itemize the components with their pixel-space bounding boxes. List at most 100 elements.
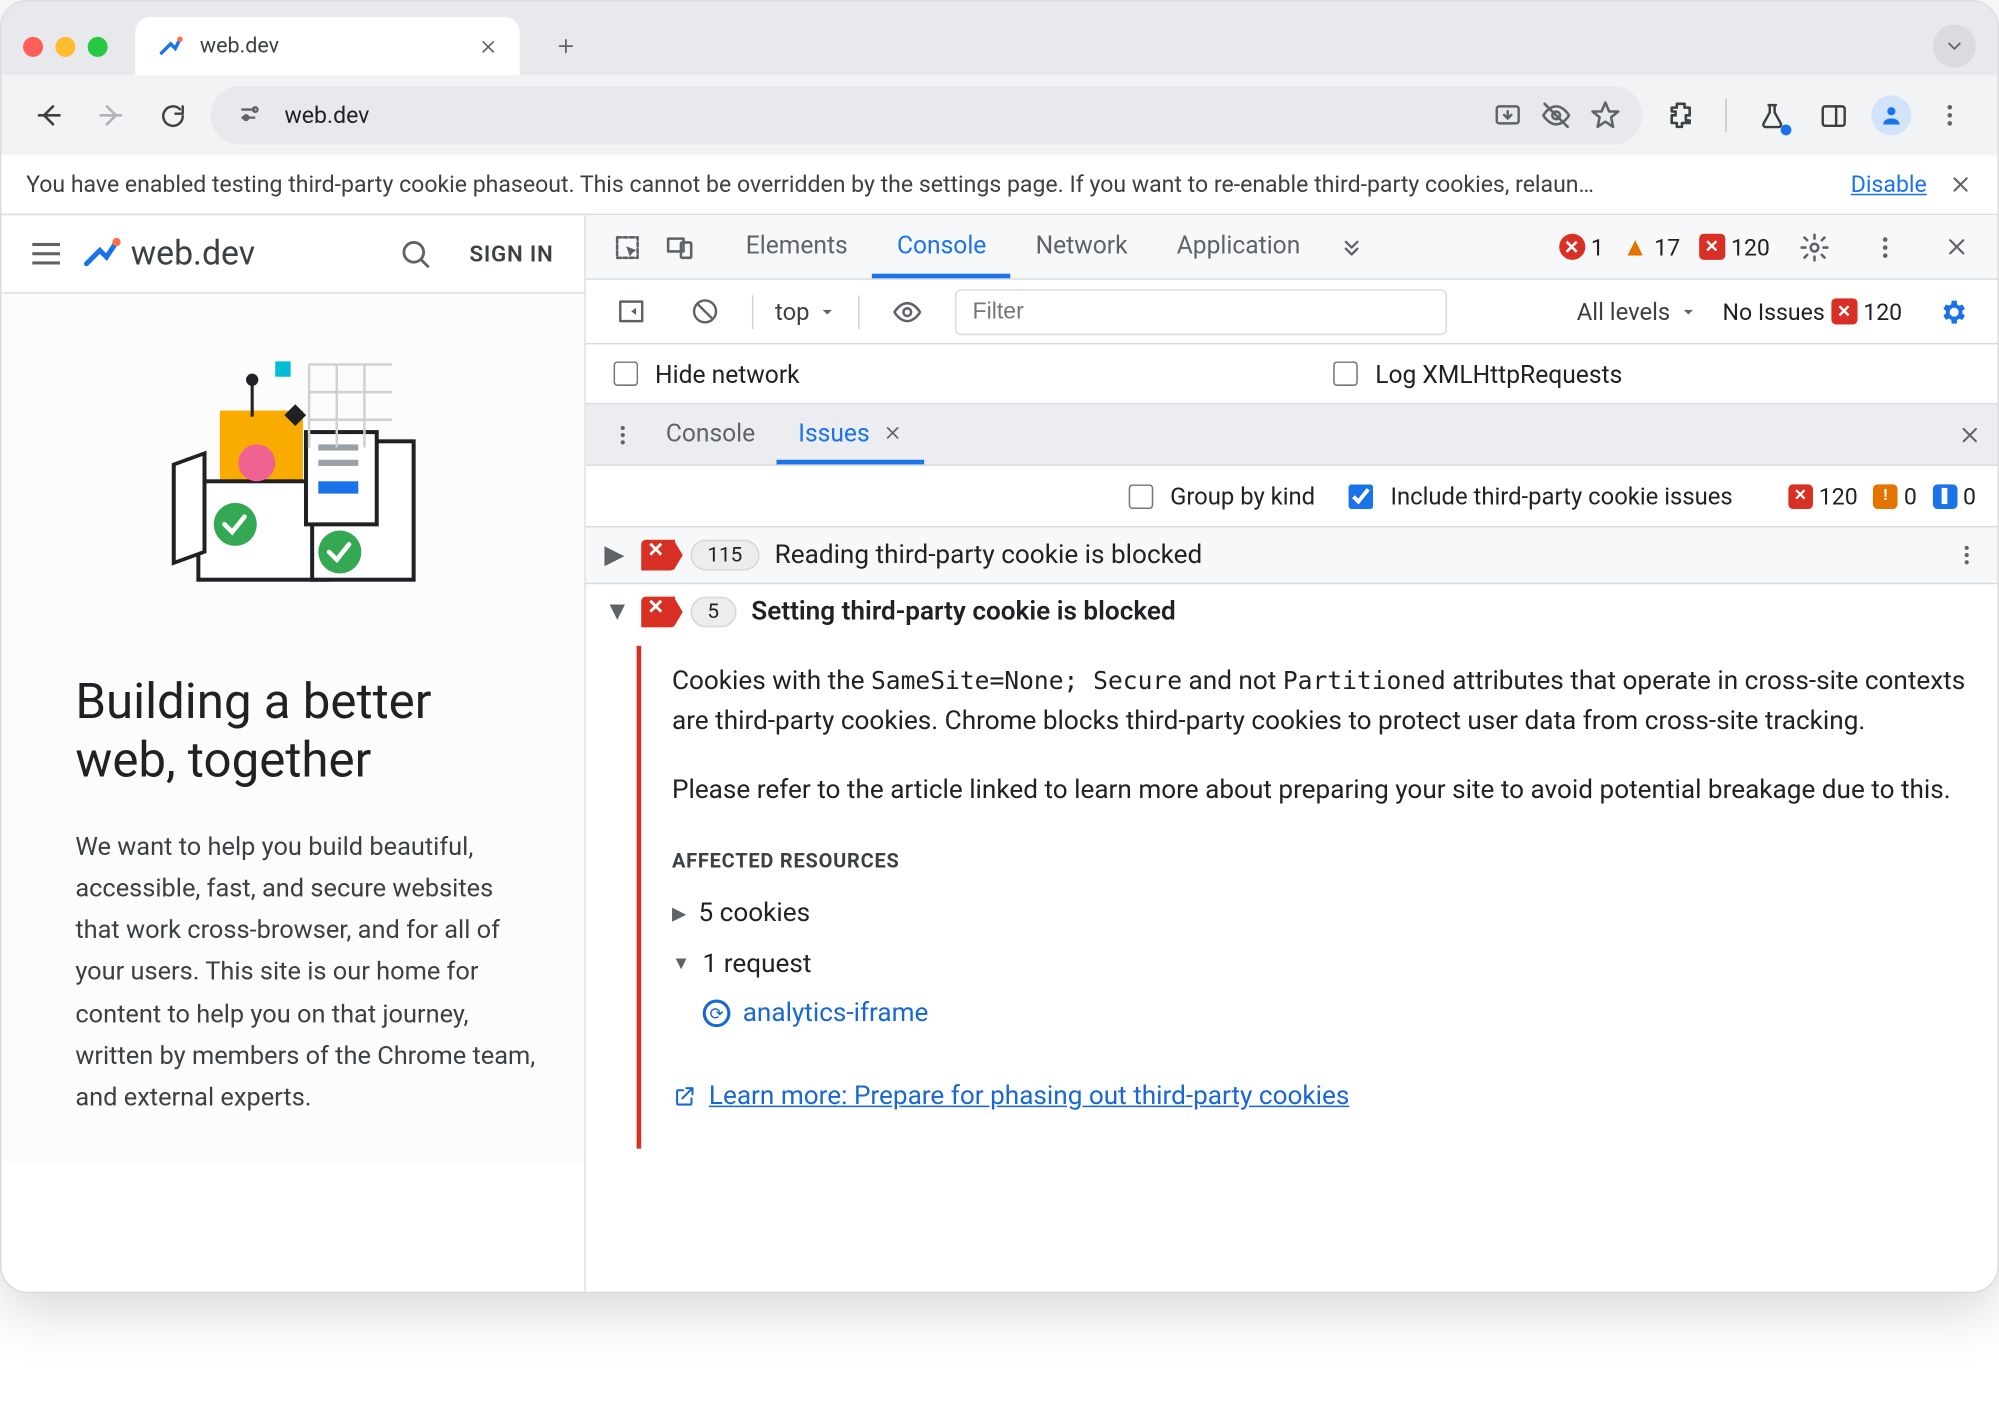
group-by-kind-check[interactable]: Group by kind <box>1122 479 1315 513</box>
tab-console[interactable]: Console <box>872 215 1011 278</box>
banner-close-icon[interactable] <box>1948 172 1973 197</box>
window-close[interactable] <box>23 36 43 56</box>
error-count[interactable]: ✕1 <box>1559 233 1604 261</box>
tab-application[interactable]: Application <box>1152 215 1325 278</box>
affected-resources-label: AFFECTED RESOURCES <box>672 847 1967 878</box>
filter-input[interactable] <box>956 288 1448 334</box>
issue-paragraph: Please refer to the article linked to le… <box>672 770 1967 811</box>
page-header: web.dev SIGN IN <box>2 215 585 293</box>
window-maximize[interactable] <box>88 36 108 56</box>
clear-console-icon[interactable] <box>678 285 730 337</box>
warning-count[interactable]: ▲17 <box>1622 231 1680 262</box>
toolbar: web.dev <box>2 75 1998 155</box>
issue-flag-icon: ✕ <box>641 597 675 628</box>
log-xhr-check[interactable]: Log XMLHttpRequests <box>1328 357 1623 391</box>
tab-network[interactable]: Network <box>1011 215 1152 278</box>
forward-button[interactable] <box>88 92 134 138</box>
banner-disable-link[interactable]: Disable <box>1851 171 1927 199</box>
request-icon: ⟳ <box>703 1000 731 1028</box>
hero-body: We want to help you build beautiful, acc… <box>75 827 541 1120</box>
issue-count-pill: 5 <box>690 597 736 628</box>
hamburger-icon[interactable] <box>32 243 60 265</box>
star-icon[interactable] <box>1590 100 1621 131</box>
blocked-count[interactable]: ✕120 <box>1699 233 1770 261</box>
site-name: web.dev <box>131 234 255 272</box>
site-info-icon[interactable] <box>232 97 269 134</box>
page-body: Building a better web, together We want … <box>2 294 585 1163</box>
settings-icon[interactable] <box>1788 221 1840 273</box>
eye-off-icon[interactable] <box>1541 100 1572 131</box>
drawer-close-icon[interactable] <box>1957 422 1982 447</box>
affected-cookies-toggle[interactable]: ▶5 cookies <box>672 894 1967 935</box>
issues-summary[interactable]: No Issues ✕ 120 <box>1723 298 1903 326</box>
hide-network-check[interactable]: Hide network <box>607 357 799 391</box>
url-text: web.dev <box>284 101 369 129</box>
tab-overflow-button[interactable] <box>1933 25 1976 68</box>
console-settings-strip: Hide network Log XMLHttpRequests <box>586 344 1998 404</box>
banner-text: You have enabled testing third-party coo… <box>26 171 1829 199</box>
devtools: Elements Console Network Application ✕1 … <box>586 215 1998 1291</box>
drawer-menu-icon[interactable] <box>601 422 644 447</box>
reload-button[interactable] <box>149 92 195 138</box>
browser-tab[interactable]: web.dev <box>135 17 519 75</box>
console-filter-bar: top All levels No Issues ✕ 120 <box>586 280 1998 345</box>
issue-body: Cookies with the SameSite=None; Secure a… <box>586 640 1998 1148</box>
drawer-tab-close-icon[interactable] <box>882 422 902 442</box>
expand-icon[interactable]: ▶ <box>604 540 626 571</box>
live-expression-icon[interactable] <box>882 285 934 337</box>
affected-request-link[interactable]: ⟳ analytics-iframe <box>703 993 1967 1034</box>
back-button[interactable] <box>26 92 72 138</box>
close-tab-icon[interactable] <box>478 36 498 56</box>
levels-select[interactable]: All levels <box>1577 298 1698 326</box>
console-sidebar-toggle[interactable] <box>604 285 656 337</box>
badge-orange[interactable]: !0 <box>1873 482 1917 510</box>
address-bar[interactable]: web.dev <box>211 86 1643 144</box>
hero-title: Building a better web, together <box>75 672 541 790</box>
info-banner: You have enabled testing third-party coo… <box>2 155 1998 215</box>
devtools-kebab[interactable] <box>1859 221 1911 273</box>
browser-window: web.dev web.dev <box>0 0 1999 1293</box>
issue-title: Reading third-party cookie is blocked <box>775 540 1203 571</box>
learn-more-link[interactable]: Learn more: Prepare for phasing out thir… <box>672 1077 1967 1118</box>
web-page: web.dev SIGN IN <box>2 215 586 1291</box>
drawer-tab-console[interactable]: Console <box>644 404 776 464</box>
tab-title: web.dev <box>200 34 279 59</box>
titlebar: web.dev <box>2 2 1998 76</box>
more-tabs-icon[interactable] <box>1325 221 1377 273</box>
issue-row-collapsed[interactable]: ▶ ✕ 115 Reading third-party cookie is bl… <box>586 527 1998 584</box>
context-select[interactable]: top <box>775 298 837 326</box>
issue-row-menu[interactable] <box>1954 543 1979 568</box>
labs-button[interactable] <box>1748 92 1794 138</box>
collapse-icon[interactable]: ▼ <box>604 597 626 628</box>
issues-toolbar: Group by kind Include third-party cookie… <box>586 466 1998 528</box>
search-icon[interactable] <box>399 237 433 271</box>
issue-paragraph: Cookies with the SameSite=None; Secure a… <box>672 661 1967 742</box>
favicon-icon <box>157 32 185 60</box>
install-icon[interactable] <box>1493 101 1522 130</box>
extensions-button[interactable] <box>1658 92 1704 138</box>
sign-in-button[interactable]: SIGN IN <box>469 241 553 267</box>
badge-blue[interactable]: ❚0 <box>1932 482 1976 510</box>
hero-illustration <box>128 349 436 610</box>
drawer-tab-issues[interactable]: Issues <box>777 404 924 464</box>
devtools-close-icon[interactable] <box>1930 221 1982 273</box>
site-logo[interactable]: web.dev <box>81 234 255 274</box>
devtools-tabs: Elements Console Network Application ✕1 … <box>586 215 1998 280</box>
content-split: web.dev SIGN IN <box>2 215 1998 1291</box>
device-toggle-icon[interactable] <box>654 221 706 273</box>
drawer-tabs: Console Issues <box>586 404 1998 466</box>
window-minimize[interactable] <box>55 36 75 56</box>
include-third-party-check[interactable]: Include third-party cookie issues <box>1343 479 1733 513</box>
new-tab-button[interactable] <box>544 25 587 68</box>
inspect-icon[interactable] <box>601 221 653 273</box>
issue-row-expanded[interactable]: ▼ ✕ 5 Setting third-party cookie is bloc… <box>586 584 1998 639</box>
badge-red[interactable]: ✕120 <box>1788 482 1858 510</box>
profile-avatar[interactable] <box>1871 95 1911 135</box>
side-panel-button[interactable] <box>1810 92 1856 138</box>
window-controls <box>23 36 108 56</box>
issue-count-pill: 115 <box>690 540 759 571</box>
console-settings-icon[interactable] <box>1927 285 1979 337</box>
kebab-menu[interactable] <box>1927 92 1973 138</box>
tab-elements[interactable]: Elements <box>721 215 872 278</box>
affected-requests-toggle[interactable]: ▼1 request <box>672 943 1967 984</box>
